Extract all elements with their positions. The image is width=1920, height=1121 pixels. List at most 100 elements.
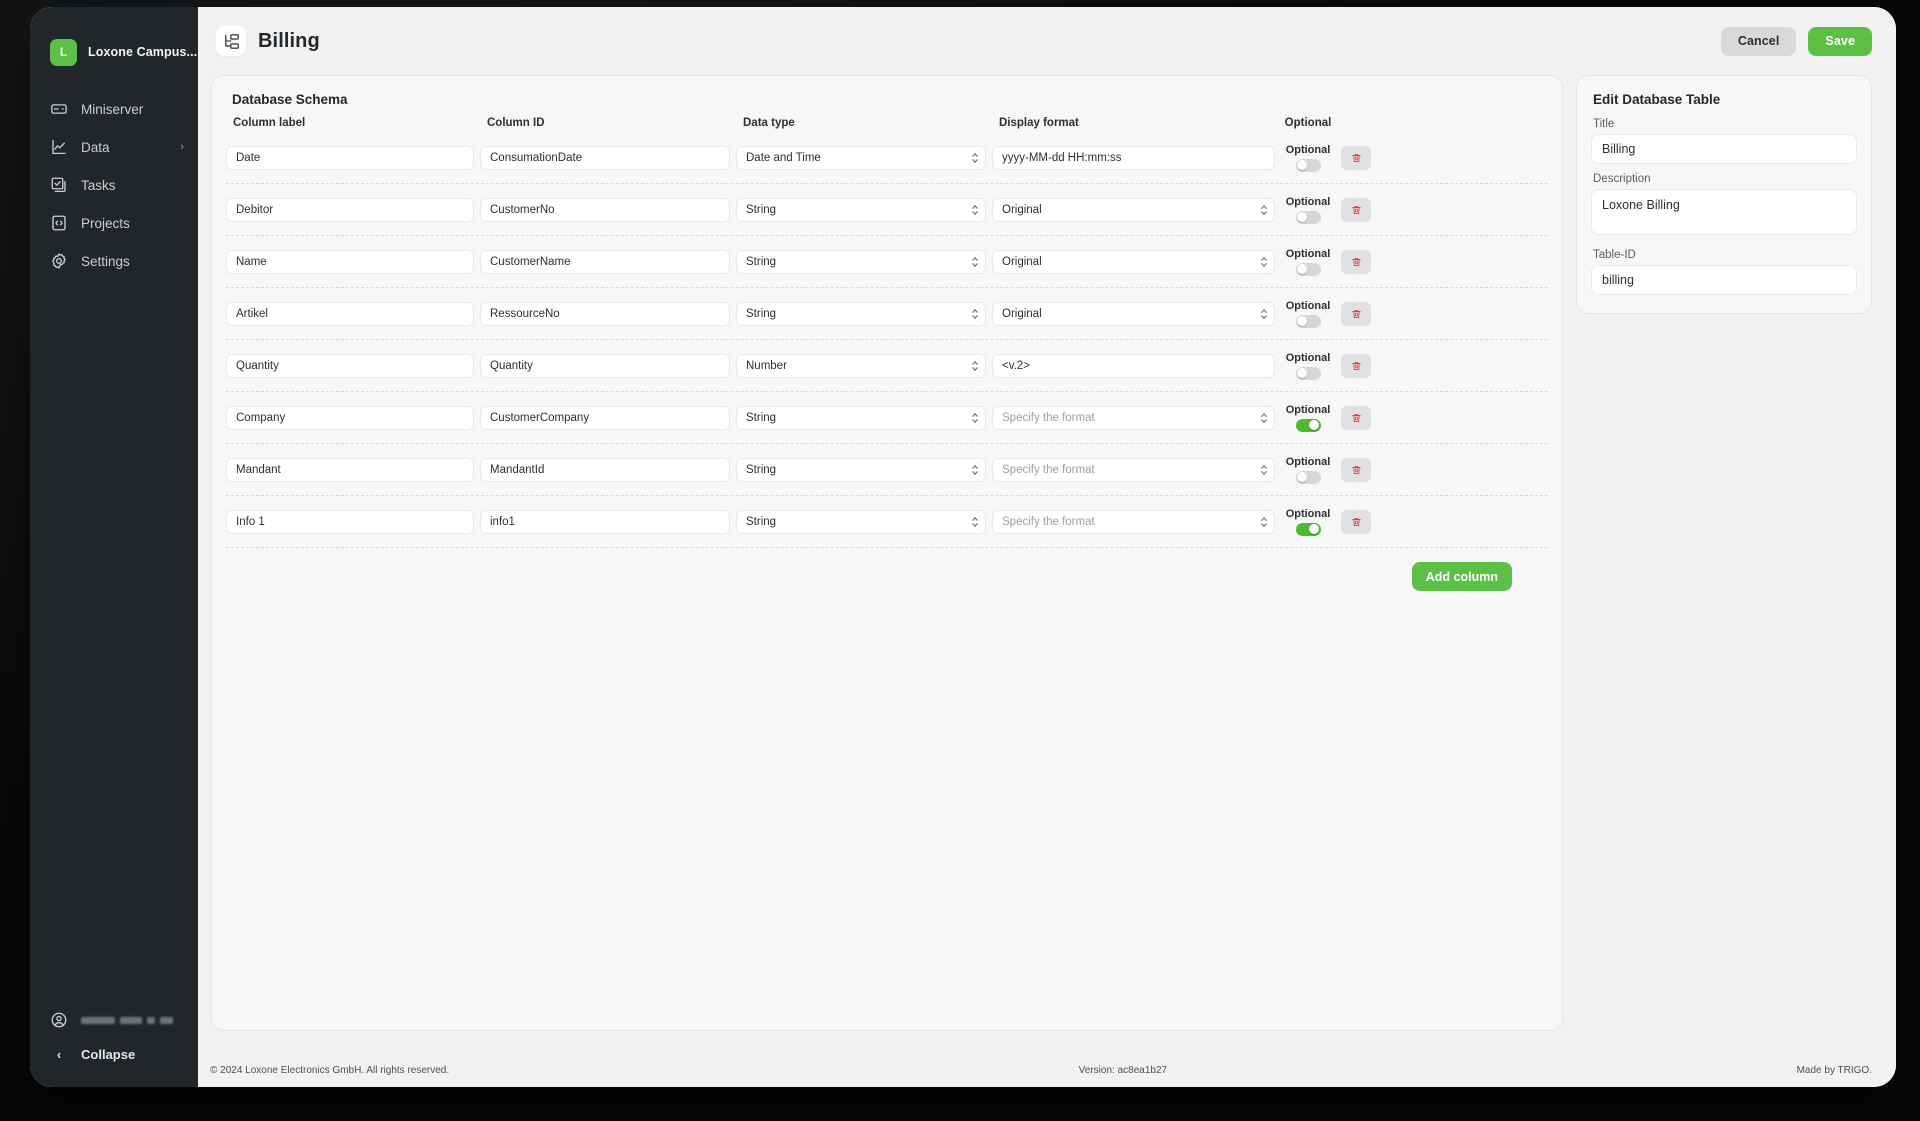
display-format-value[interactable] bbox=[992, 301, 1275, 326]
column-label-input[interactable] bbox=[226, 405, 474, 430]
display-format-input[interactable] bbox=[992, 145, 1275, 170]
delete-column-button[interactable] bbox=[1341, 197, 1371, 222]
data-type-value[interactable] bbox=[736, 509, 986, 534]
display-format-value[interactable] bbox=[992, 145, 1275, 170]
sidebar-item-data[interactable]: Data › bbox=[30, 129, 198, 165]
optional-toggle[interactable] bbox=[1295, 470, 1321, 484]
optional-toggle[interactable] bbox=[1295, 262, 1321, 276]
save-button[interactable]: Save bbox=[1808, 26, 1872, 56]
data-type-select[interactable] bbox=[736, 197, 986, 222]
delete-column-button[interactable] bbox=[1341, 457, 1371, 482]
data-type-value[interactable] bbox=[736, 405, 986, 430]
column-id-input[interactable] bbox=[480, 457, 730, 482]
display-format-select[interactable] bbox=[992, 197, 1275, 222]
chart-line-icon bbox=[50, 138, 68, 156]
column-label-input[interactable] bbox=[226, 457, 474, 482]
display-format-value[interactable] bbox=[992, 405, 1275, 430]
tableid-field[interactable] bbox=[1591, 265, 1857, 295]
brand-header[interactable]: L Loxone Campus... bbox=[30, 7, 198, 75]
optional-label: Optional bbox=[1285, 195, 1331, 208]
display-format-select[interactable] bbox=[992, 405, 1275, 430]
miniserver-icon bbox=[50, 100, 68, 118]
display-format-value[interactable] bbox=[992, 197, 1275, 222]
delete-column-button[interactable] bbox=[1341, 405, 1371, 430]
delete-column-button[interactable] bbox=[1341, 145, 1371, 170]
table-row: Optional bbox=[226, 444, 1548, 496]
data-type-select[interactable] bbox=[736, 457, 986, 482]
column-label-input[interactable] bbox=[226, 509, 474, 534]
display-format-input[interactable] bbox=[992, 353, 1275, 378]
column-label-input[interactable] bbox=[226, 197, 474, 222]
data-type-select[interactable] bbox=[736, 301, 986, 326]
brand-badge: L bbox=[50, 38, 77, 66]
edit-panel-title: Edit Database Table bbox=[1593, 92, 1721, 107]
optional-toggle[interactable] bbox=[1295, 522, 1321, 536]
display-format-select[interactable] bbox=[992, 301, 1275, 326]
column-id-input[interactable] bbox=[480, 197, 730, 222]
delete-column-button[interactable] bbox=[1341, 509, 1371, 534]
data-type-select[interactable] bbox=[736, 405, 986, 430]
sidebar-item-miniserver[interactable]: Miniserver bbox=[30, 91, 198, 127]
collapse-sidebar-button[interactable]: ‹ Collapse bbox=[30, 1037, 198, 1071]
desktop-background: L Loxone Campus... Miniserver Data › Tas… bbox=[0, 0, 1920, 1121]
optional-cell: Optional bbox=[1281, 248, 1335, 276]
display-format-select[interactable] bbox=[992, 249, 1275, 274]
data-type-select[interactable] bbox=[736, 249, 986, 274]
column-id-input[interactable] bbox=[480, 145, 730, 170]
column-id-input[interactable] bbox=[480, 509, 730, 534]
display-format-select[interactable] bbox=[992, 509, 1275, 534]
toggle-knob bbox=[1309, 524, 1319, 534]
column-label-input[interactable] bbox=[226, 145, 474, 170]
sidebar-item-label: Miniserver bbox=[81, 101, 144, 117]
data-type-value[interactable] bbox=[736, 301, 986, 326]
sidebar-footer: ‹ Collapse bbox=[30, 1003, 198, 1087]
cancel-button[interactable]: Cancel bbox=[1720, 26, 1797, 56]
column-label-input[interactable] bbox=[226, 353, 474, 378]
data-type-select[interactable] bbox=[736, 353, 986, 378]
display-format-value[interactable] bbox=[992, 457, 1275, 482]
data-type-value[interactable] bbox=[736, 145, 986, 170]
optional-toggle[interactable] bbox=[1295, 158, 1321, 172]
display-format-select[interactable] bbox=[992, 457, 1275, 482]
delete-column-button[interactable] bbox=[1341, 249, 1371, 274]
display-format-value[interactable] bbox=[992, 353, 1275, 378]
data-type-select[interactable] bbox=[736, 509, 986, 534]
toggle-knob bbox=[1297, 160, 1307, 170]
header-column-label: Column label bbox=[233, 117, 306, 129]
column-label-input[interactable] bbox=[226, 249, 474, 274]
sidebar-item-label: Settings bbox=[81, 253, 130, 269]
display-format-value[interactable] bbox=[992, 249, 1275, 274]
optional-cell: Optional bbox=[1281, 300, 1335, 328]
add-column-button[interactable]: Add column bbox=[1411, 562, 1512, 591]
database-schema-card: Database Schema Column label Column ID D… bbox=[211, 75, 1563, 1031]
data-type-value[interactable] bbox=[736, 197, 986, 222]
column-id-input[interactable] bbox=[480, 301, 730, 326]
table-row: Optional bbox=[226, 288, 1548, 340]
description-field[interactable] bbox=[1591, 189, 1857, 235]
delete-column-button[interactable] bbox=[1341, 353, 1371, 378]
column-label-input[interactable] bbox=[226, 301, 474, 326]
sidebar-item-tasks[interactable]: Tasks bbox=[30, 167, 198, 203]
data-type-value[interactable] bbox=[736, 249, 986, 274]
delete-column-button[interactable] bbox=[1341, 301, 1371, 326]
title-field[interactable] bbox=[1591, 134, 1857, 164]
sidebar-item-settings[interactable]: Settings bbox=[30, 243, 198, 279]
column-id-input[interactable] bbox=[480, 249, 730, 274]
toggle-knob bbox=[1297, 316, 1307, 326]
column-id-input[interactable] bbox=[480, 405, 730, 430]
optional-toggle[interactable] bbox=[1295, 418, 1321, 432]
column-id-input[interactable] bbox=[480, 353, 730, 378]
table-row: Optional bbox=[226, 184, 1548, 236]
optional-label: Optional bbox=[1285, 299, 1331, 312]
sidebar-item-projects[interactable]: Projects bbox=[30, 205, 198, 241]
schema-title: Database Schema bbox=[232, 92, 348, 107]
sidebar-user[interactable] bbox=[30, 1003, 198, 1037]
display-format-value[interactable] bbox=[992, 509, 1275, 534]
data-type-select[interactable] bbox=[736, 145, 986, 170]
optional-toggle[interactable] bbox=[1295, 366, 1321, 380]
optional-toggle[interactable] bbox=[1295, 314, 1321, 328]
toggle-knob bbox=[1297, 212, 1307, 222]
optional-toggle[interactable] bbox=[1295, 210, 1321, 224]
data-type-value[interactable] bbox=[736, 457, 986, 482]
data-type-value[interactable] bbox=[736, 353, 986, 378]
